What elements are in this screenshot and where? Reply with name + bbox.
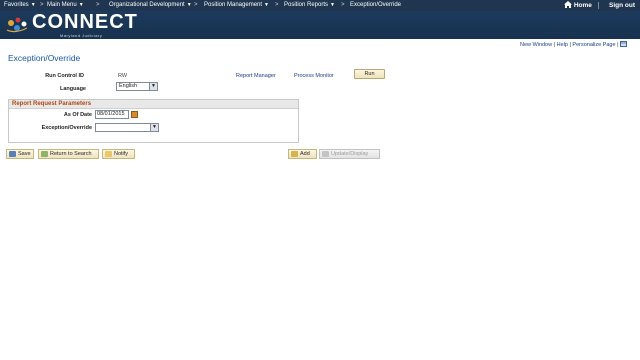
chevron-down-icon: ▼ — [264, 2, 269, 8]
add-label: Add — [300, 151, 310, 157]
return-to-search-label: Return to Search — [50, 151, 92, 157]
link-divider: | — [569, 42, 571, 48]
home-label: Home — [573, 2, 592, 9]
group-title: Report Request Parameters — [12, 101, 92, 107]
chevron-down-icon: ▼ — [149, 83, 157, 90]
header-banner: CONNECT Maryland Judiciary — [0, 11, 640, 39]
nav-organizational-development[interactable]: Organizational Development ▼ — [109, 0, 192, 11]
nav-position-management[interactable]: Position Management ▼ — [204, 0, 269, 11]
chevron-down-icon: ▼ — [30, 2, 36, 8]
exception-override-select[interactable]: ▼ — [95, 123, 159, 132]
run-button[interactable]: Run — [354, 69, 385, 79]
run-control-id-label: Run Control ID — [45, 73, 84, 79]
utility-links: New Window | Help | Personalize Page | — [520, 41, 627, 49]
page-title: Exception/Override — [8, 53, 81, 63]
personalize-page-link[interactable]: Personalize Page — [572, 42, 615, 48]
as-of-date-input[interactable]: 08/01/2015 — [95, 110, 129, 119]
nav-position-management-label: Position Management — [204, 2, 263, 8]
run-control-id-value: RW — [118, 73, 128, 79]
nav-favorites[interactable]: Favorites ▼ — [4, 0, 36, 11]
sign-out-link[interactable]: Sign out — [609, 0, 635, 11]
logo-subtitle: Maryland Judiciary — [60, 33, 103, 38]
chevron-down-icon: ▼ — [78, 2, 84, 8]
nav-position-reports[interactable]: Position Reports ▼ — [284, 0, 335, 11]
nav-divider — [598, 2, 599, 9]
save-label: Save — [18, 151, 31, 157]
save-button[interactable]: Save — [6, 149, 34, 159]
update-display-button[interactable]: Update/Display — [319, 149, 380, 159]
link-divider: | — [617, 42, 619, 48]
process-monitor-link[interactable]: Process Monitor — [294, 72, 334, 80]
update-display-icon — [322, 151, 329, 157]
nav-exception-override[interactable]: Exception/Override — [350, 0, 401, 11]
language-select[interactable]: English ▼ — [116, 82, 158, 91]
report-request-parameters-group: Report Request Parameters — [8, 99, 299, 143]
notify-label: Notify — [114, 151, 129, 157]
breadcrumb-separator: > — [96, 2, 100, 8]
logo-emblem-icon — [6, 17, 28, 33]
home-icon — [564, 1, 572, 8]
new-window-link[interactable]: New Window — [520, 42, 552, 48]
breadcrumb-separator: > — [275, 2, 279, 8]
breadcrumb-separator: > — [40, 2, 44, 8]
envelope-icon — [105, 151, 112, 157]
return-to-search-button[interactable]: Return to Search — [38, 149, 99, 159]
update-display-label: Update/Display — [331, 151, 369, 157]
breadcrumb-separator: > — [194, 2, 198, 8]
chevron-down-icon: ▼ — [186, 2, 192, 8]
link-divider: | — [553, 42, 556, 48]
breadcrumb-separator: > — [341, 2, 345, 8]
chevron-down-icon: ▼ — [330, 2, 335, 8]
nav-main-menu-label: Main Menu — [47, 2, 77, 8]
page-layout-icon[interactable] — [620, 41, 627, 47]
nav-position-reports-label: Position Reports — [284, 2, 329, 8]
as-of-date-label: As Of Date — [63, 112, 92, 118]
home-link[interactable]: Home — [564, 0, 592, 11]
notify-button[interactable]: Notify — [102, 149, 135, 159]
return-arrow-icon — [41, 151, 48, 157]
language-selected-value: English — [119, 83, 138, 89]
save-icon — [9, 151, 16, 157]
calendar-icon[interactable] — [131, 111, 138, 118]
chevron-down-icon: ▼ — [150, 124, 158, 131]
language-label: Language — [60, 86, 86, 92]
nav-favorites-label: Favorites — [4, 2, 29, 8]
help-link[interactable]: Help — [557, 42, 568, 48]
add-icon — [291, 151, 298, 157]
report-manager-link[interactable]: Report Manager — [236, 72, 276, 80]
logo-wordmark: CONNECT — [32, 11, 138, 33]
exception-override-label: Exception/Override — [41, 125, 92, 131]
nav-main-menu[interactable]: Main Menu ▼ — [47, 0, 84, 11]
group-header: Report Request Parameters — [9, 100, 298, 109]
nav-org-dev-label: Organizational Development — [109, 2, 185, 8]
add-button[interactable]: Add — [288, 149, 317, 159]
top-navigation-bar: Favorites ▼ > Main Menu ▼ > Organizational… — [0, 0, 640, 11]
